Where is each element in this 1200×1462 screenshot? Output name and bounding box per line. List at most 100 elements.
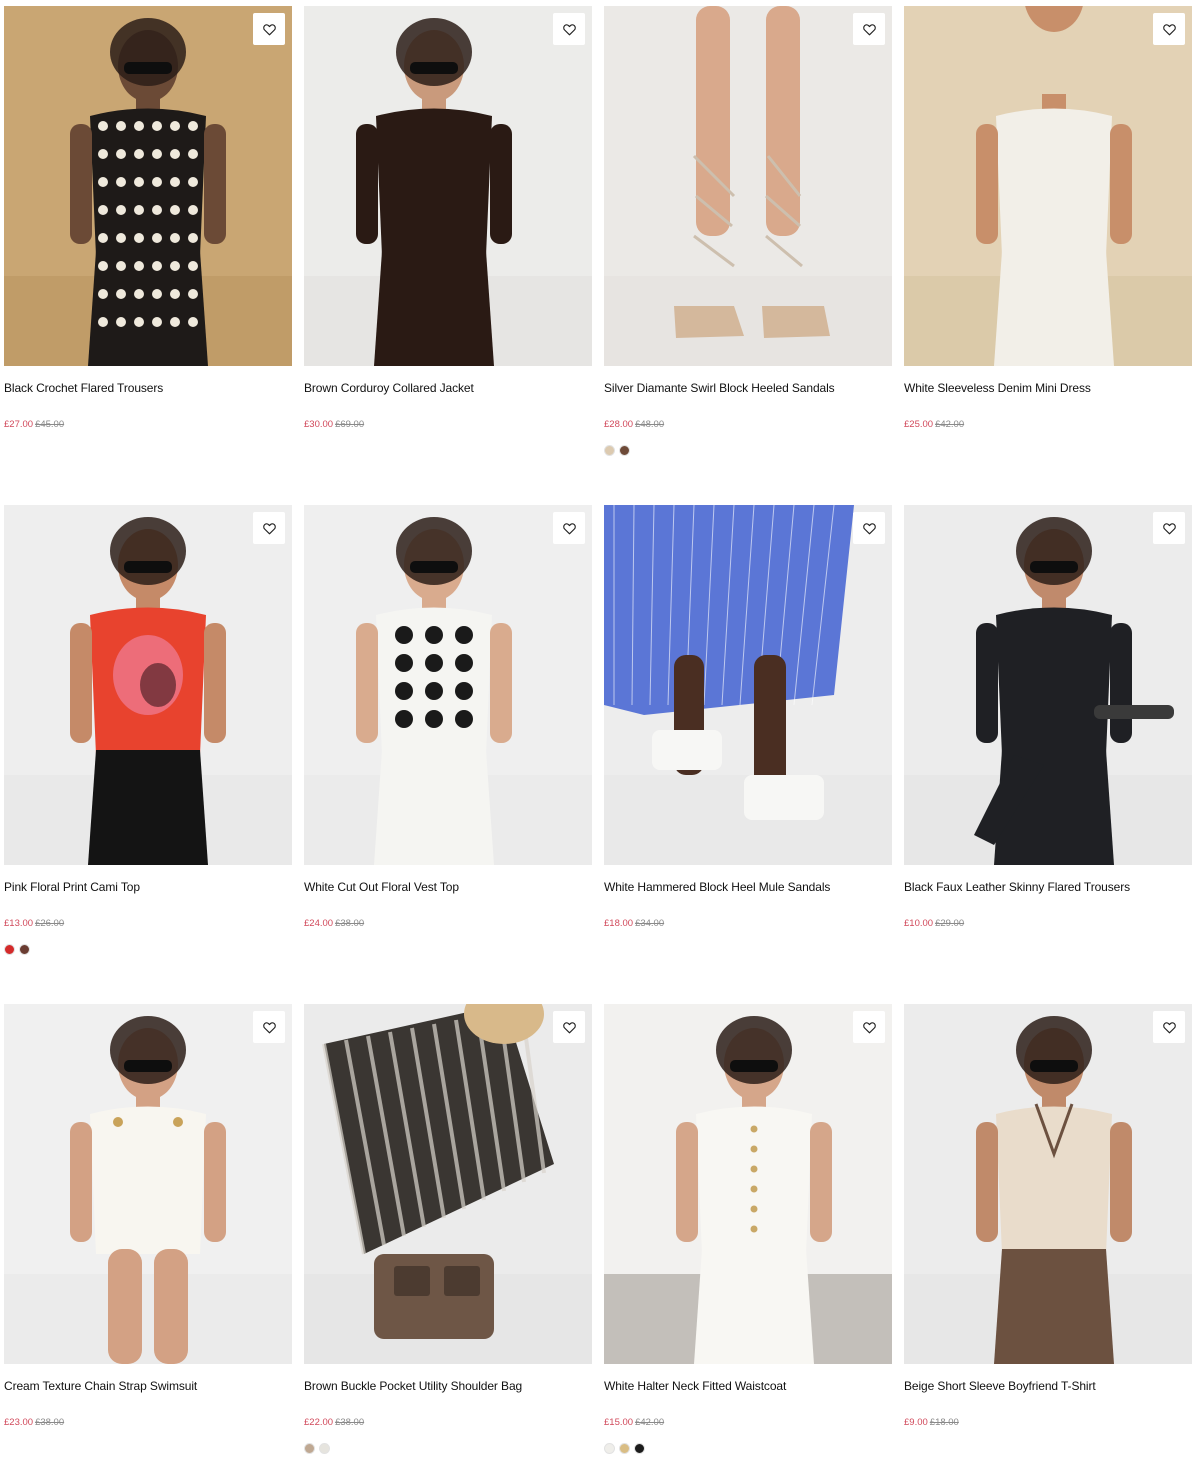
- product-photo: [904, 6, 1192, 366]
- product-photo: [304, 1004, 592, 1364]
- product-price: £13.00 £26.00: [4, 918, 292, 930]
- wishlist-button[interactable]: [853, 512, 885, 544]
- product-photo: [304, 6, 592, 366]
- heart-outline-icon: [562, 1020, 577, 1035]
- original-price: £26.00: [35, 918, 65, 929]
- product-title[interactable]: White Sleeveless Denim Mini Dress: [904, 380, 1192, 396]
- wishlist-button[interactable]: [253, 1011, 285, 1043]
- product-image[interactable]: [304, 505, 592, 865]
- sale-price: £25.00: [904, 419, 934, 430]
- product-price: £18.00 £34.00: [604, 918, 892, 930]
- product-price: £24.00 £38.00: [304, 918, 592, 930]
- product-title[interactable]: White Cut Out Floral Vest Top: [304, 879, 592, 895]
- product-card[interactable]: Black Faux Leather Skinny Flared Trouser…: [904, 505, 1192, 975]
- color-swatch[interactable]: [619, 1443, 630, 1454]
- product-image[interactable]: [904, 6, 1192, 366]
- color-swatch[interactable]: [304, 1443, 315, 1454]
- product-title[interactable]: Pink Floral Print Cami Top: [4, 879, 292, 895]
- product-image[interactable]: [304, 6, 592, 366]
- heart-outline-icon: [262, 521, 277, 536]
- wishlist-button[interactable]: [1153, 1011, 1185, 1043]
- original-price: £29.00: [935, 918, 965, 929]
- product-price: £22.00 £38.00: [304, 1417, 592, 1429]
- product-title[interactable]: Silver Diamante Swirl Block Heeled Sanda…: [604, 380, 892, 396]
- wishlist-button[interactable]: [1153, 13, 1185, 45]
- color-swatch[interactable]: [619, 445, 630, 456]
- color-swatch[interactable]: [634, 1443, 645, 1454]
- heart-outline-icon: [262, 1020, 277, 1035]
- product-card[interactable]: Silver Diamante Swirl Block Heeled Sanda…: [604, 6, 892, 476]
- product-image[interactable]: [4, 6, 292, 366]
- heart-outline-icon: [862, 521, 877, 536]
- product-image[interactable]: [604, 1004, 892, 1364]
- color-swatch[interactable]: [604, 445, 615, 456]
- original-price: £42.00: [935, 419, 965, 430]
- heart-outline-icon: [262, 22, 277, 37]
- product-card[interactable]: White Sleeveless Denim Mini Dress £25.00 £…: [904, 6, 1192, 476]
- product-grid: Black Crochet Flared Trousers £27.00 £45.0…: [0, 0, 1200, 1462]
- product-photo: [904, 1004, 1192, 1364]
- heart-outline-icon: [562, 22, 577, 37]
- color-swatch[interactable]: [19, 944, 30, 955]
- sale-price: £23.00: [4, 1417, 34, 1428]
- product-title[interactable]: White Halter Neck Fitted Waistcoat: [604, 1378, 892, 1394]
- product-title[interactable]: Black Faux Leather Skinny Flared Trouser…: [904, 879, 1192, 895]
- wishlist-button[interactable]: [1153, 512, 1185, 544]
- wishlist-button[interactable]: [253, 512, 285, 544]
- sale-price: £30.00: [304, 419, 334, 430]
- wishlist-button[interactable]: [853, 1011, 885, 1043]
- wishlist-button[interactable]: [553, 512, 585, 544]
- product-title[interactable]: Beige Short Sleeve Boyfriend T-Shirt: [904, 1378, 1192, 1394]
- product-price: £15.00 £42.00: [604, 1417, 892, 1429]
- product-card[interactable]: Beige Short Sleeve Boyfriend T-Shirt £9.0…: [904, 1004, 1192, 1462]
- product-card[interactable]: Black Crochet Flared Trousers £27.00 £45.0…: [4, 6, 292, 476]
- original-price: £38.00: [335, 1417, 365, 1428]
- color-swatches: [604, 445, 892, 457]
- product-photo: [604, 1004, 892, 1364]
- color-swatch[interactable]: [604, 1443, 615, 1454]
- original-price: £18.00: [929, 1417, 959, 1428]
- product-price: £9.00 £18.00: [904, 1417, 1192, 1429]
- wishlist-button[interactable]: [853, 13, 885, 45]
- color-swatches: [604, 1443, 892, 1455]
- product-image[interactable]: [904, 1004, 1192, 1364]
- product-image[interactable]: [904, 505, 1192, 865]
- product-title[interactable]: Brown Buckle Pocket Utility Shoulder Bag: [304, 1378, 592, 1394]
- product-image[interactable]: [604, 6, 892, 366]
- product-image[interactable]: [604, 505, 892, 865]
- product-card[interactable]: White Halter Neck Fitted Waistcoat £15.00…: [604, 1004, 892, 1462]
- color-swatch[interactable]: [319, 1443, 330, 1454]
- product-title[interactable]: Black Crochet Flared Trousers: [4, 380, 292, 396]
- sale-price: £27.00: [4, 419, 34, 430]
- wishlist-button[interactable]: [553, 1011, 585, 1043]
- sale-price: £24.00: [304, 918, 334, 929]
- sale-price: £15.00: [604, 1417, 634, 1428]
- product-title[interactable]: White Hammered Block Heel Mule Sandals: [604, 879, 892, 895]
- product-title[interactable]: Brown Corduroy Collared Jacket: [304, 380, 592, 396]
- color-swatches: [304, 1443, 592, 1455]
- sale-price: £13.00: [4, 918, 34, 929]
- product-image[interactable]: [4, 1004, 292, 1364]
- wishlist-button[interactable]: [253, 13, 285, 45]
- product-card[interactable]: Cream Texture Chain Strap Swimsuit £23.00…: [4, 1004, 292, 1462]
- product-card[interactable]: Brown Buckle Pocket Utility Shoulder Bag…: [304, 1004, 592, 1462]
- heart-outline-icon: [1162, 22, 1177, 37]
- product-image[interactable]: [4, 505, 292, 865]
- product-photo: [4, 505, 292, 865]
- product-card[interactable]: Pink Floral Print Cami Top £13.00 £26.00: [4, 505, 292, 975]
- product-card[interactable]: White Cut Out Floral Vest Top £24.00 £38.0…: [304, 505, 592, 975]
- heart-outline-icon: [1162, 521, 1177, 536]
- color-swatches: [4, 944, 292, 956]
- sale-price: £22.00: [304, 1417, 334, 1428]
- product-image[interactable]: [304, 1004, 592, 1364]
- product-photo: [604, 505, 892, 865]
- original-price: £69.00: [335, 419, 365, 430]
- product-card[interactable]: Brown Corduroy Collared Jacket £30.00 £69.…: [304, 6, 592, 476]
- product-title[interactable]: Cream Texture Chain Strap Swimsuit: [4, 1378, 292, 1394]
- sale-price: £18.00: [604, 918, 634, 929]
- product-photo: [4, 6, 292, 366]
- wishlist-button[interactable]: [553, 13, 585, 45]
- color-swatch[interactable]: [4, 944, 15, 955]
- original-price: £48.00: [635, 419, 665, 430]
- product-card[interactable]: White Hammered Block Heel Mule Sandals £1…: [604, 505, 892, 975]
